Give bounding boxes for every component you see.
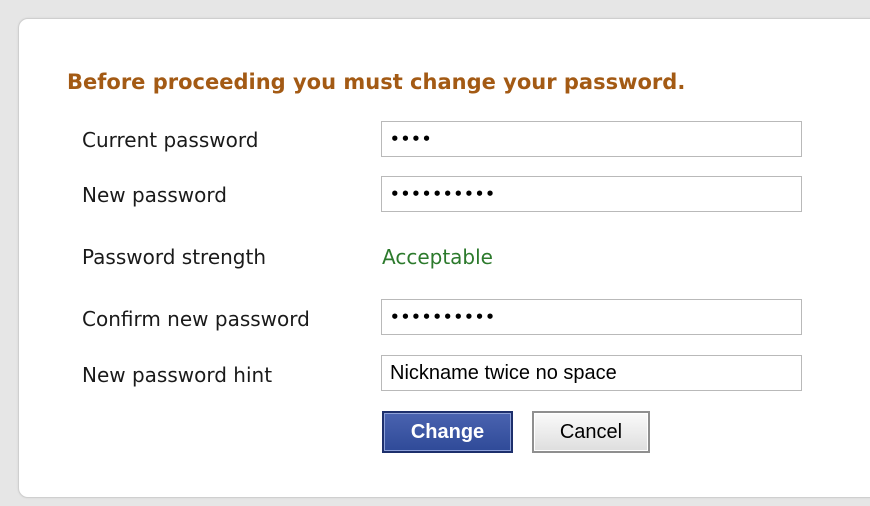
- password-hint-value: Nickname twice no space: [390, 361, 617, 384]
- new-password-input[interactable]: ••••••••••: [381, 176, 802, 212]
- current-password-input[interactable]: ••••: [381, 121, 802, 157]
- password-hint-input[interactable]: Nickname twice no space: [381, 355, 802, 391]
- current-password-label: Current password: [82, 128, 259, 152]
- cancel-button[interactable]: Cancel: [532, 411, 650, 453]
- password-hint-label: New password hint: [82, 363, 273, 387]
- change-button[interactable]: Change: [382, 411, 513, 453]
- new-password-label: New password: [82, 183, 227, 207]
- new-password-masked-value: ••••••••••: [390, 184, 496, 203]
- form-heading: Before proceeding you must change your p…: [67, 70, 686, 94]
- window-background: Before proceeding you must change your p…: [0, 0, 870, 506]
- password-strength-label: Password strength: [82, 245, 267, 269]
- password-strength-value: Acceptable: [382, 245, 493, 269]
- current-password-masked-value: ••••: [390, 129, 433, 148]
- confirm-password-label: Confirm new password: [82, 307, 310, 331]
- confirm-password-input[interactable]: ••••••••••: [381, 299, 802, 335]
- confirm-password-masked-value: ••••••••••: [390, 307, 496, 326]
